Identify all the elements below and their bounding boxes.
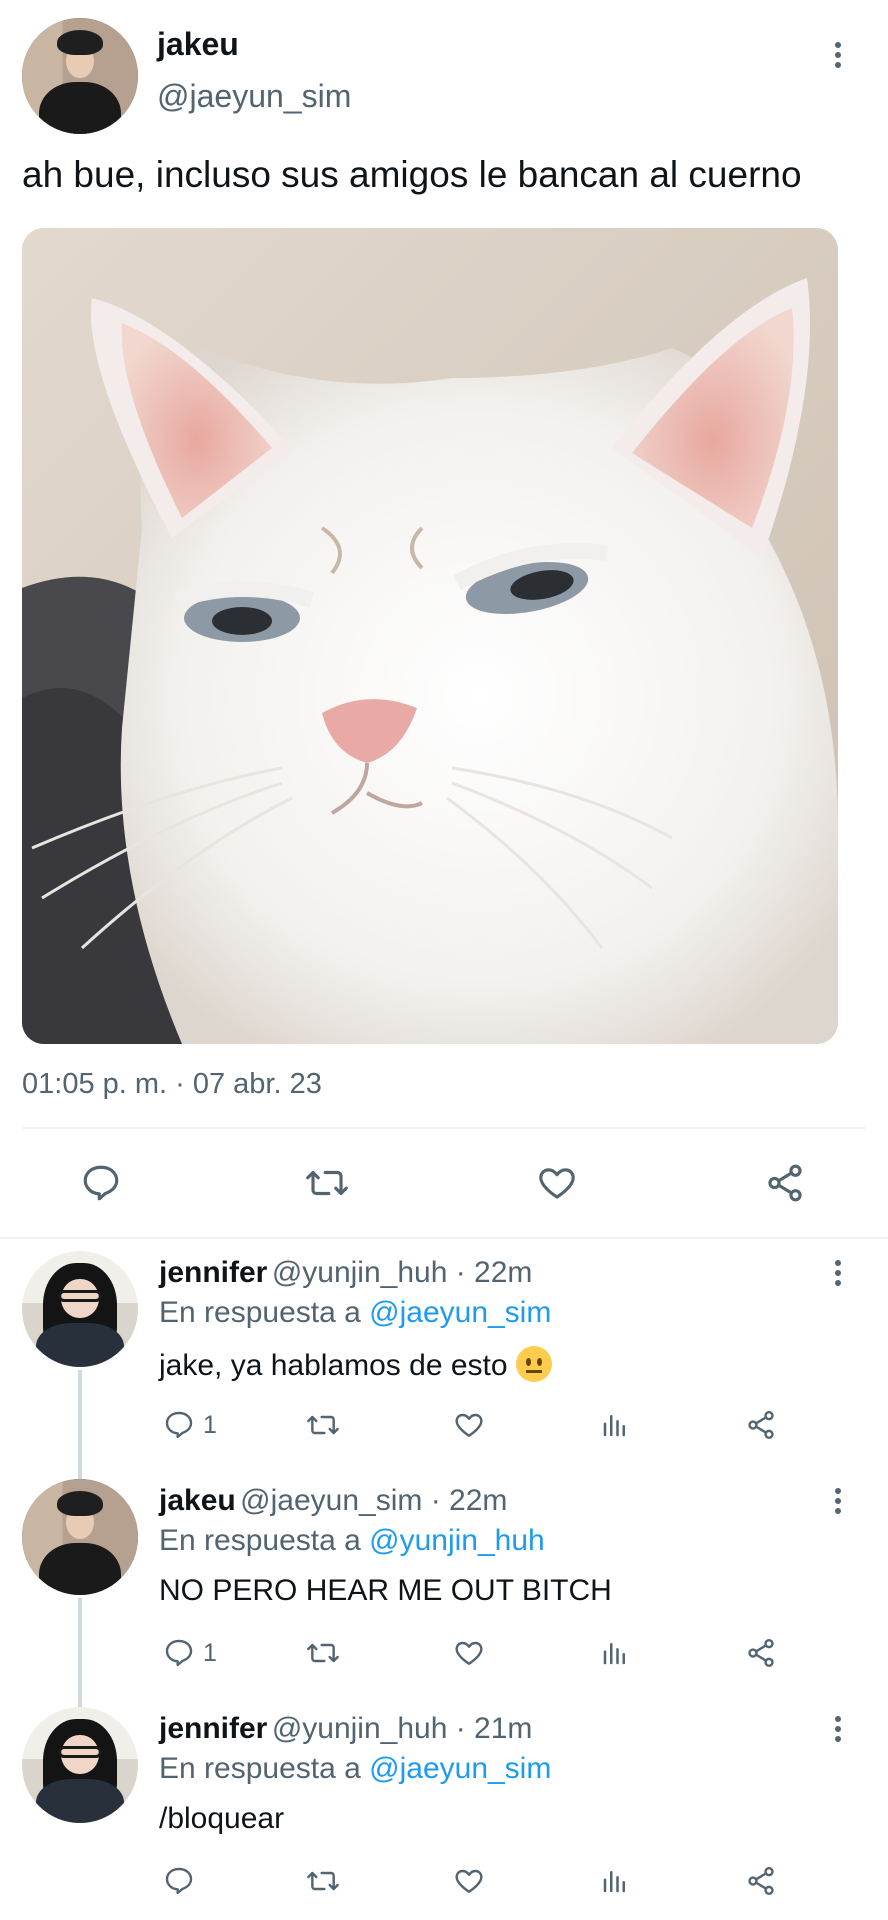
reply-avatar[interactable] xyxy=(22,1707,138,1823)
reply-author-meta[interactable]: @jaeyun_sim · 22m xyxy=(240,1484,507,1517)
white-cat-image xyxy=(22,228,838,1044)
reply-author-name[interactable]: jennifer xyxy=(159,1256,267,1289)
retweet-button[interactable] xyxy=(302,1864,344,1898)
more-options-icon[interactable] xyxy=(833,1260,843,1286)
reply-tweet: jennifer @yunjin_huh · 21m En respuesta … xyxy=(0,1706,888,1916)
analytics-icon xyxy=(603,1871,625,1893)
like-icon xyxy=(539,1168,575,1199)
reply-context: En respuesta a @jaeyun_sim xyxy=(159,1296,551,1330)
author-handle[interactable]: @jaeyun_sim xyxy=(157,78,351,115)
like-button[interactable] xyxy=(450,1408,488,1442)
reply-button[interactable] xyxy=(160,1864,198,1898)
like-icon xyxy=(455,1869,483,1893)
reply-context: En respuesta a @jaeyun_sim xyxy=(159,1752,551,1786)
neutral-face-emoji-icon xyxy=(515,1346,552,1382)
reply-button[interactable] xyxy=(160,1636,198,1670)
reply-prefix: En respuesta a xyxy=(159,1296,361,1329)
reply-icon xyxy=(165,1867,193,1895)
reply-tweet: jennifer @yunjin_huh · 22m En respuesta … xyxy=(0,1250,888,1460)
analytics-button[interactable] xyxy=(598,1864,632,1898)
divider xyxy=(22,1127,866,1129)
reply-button[interactable] xyxy=(76,1160,126,1206)
reply-mention-link[interactable]: @jaeyun_sim xyxy=(369,1752,551,1785)
reply-icon xyxy=(83,1165,119,1201)
more-options-icon[interactable] xyxy=(833,42,843,68)
share-button[interactable] xyxy=(760,1160,810,1206)
retweet-icon xyxy=(307,1643,339,1663)
reply-prefix: En respuesta a xyxy=(159,1752,361,1785)
tweet-text: ah bue, incluso sus amigos le bancan al … xyxy=(22,154,802,195)
author-avatar[interactable] xyxy=(22,18,138,134)
analytics-icon xyxy=(603,1643,625,1665)
reply-mention-link[interactable]: @yunjin_huh xyxy=(369,1524,545,1557)
reply-icon xyxy=(165,1639,193,1667)
tweet-image[interactable] xyxy=(22,228,838,1044)
reply-text: NO PERO HEAR ME OUT BITCH xyxy=(159,1574,612,1607)
retweet-icon xyxy=(307,1415,339,1435)
more-options-icon[interactable] xyxy=(833,1488,843,1514)
retweet-button[interactable] xyxy=(302,1408,344,1442)
reply-button[interactable] xyxy=(160,1408,198,1442)
like-icon xyxy=(455,1413,483,1437)
share-button[interactable] xyxy=(742,1636,780,1670)
reply-prefix: En respuesta a xyxy=(159,1524,361,1557)
retweet-icon xyxy=(307,1871,339,1891)
share-button[interactable] xyxy=(742,1408,780,1442)
section-divider xyxy=(0,1237,888,1239)
reply-context: En respuesta a @yunjin_huh xyxy=(159,1524,545,1558)
analytics-button[interactable] xyxy=(598,1408,632,1442)
author-name[interactable]: jakeu xyxy=(157,26,239,63)
reply-text: jake, ya hablamos de esto xyxy=(159,1346,552,1383)
reply-count: 1 xyxy=(203,1639,217,1667)
reply-author-meta[interactable]: @yunjin_huh · 22m xyxy=(272,1256,533,1289)
share-icon xyxy=(748,1411,774,1439)
reply-mention-link[interactable]: @jaeyun_sim xyxy=(369,1296,551,1329)
retweet-button[interactable] xyxy=(302,1636,344,1670)
like-button[interactable] xyxy=(450,1864,488,1898)
like-button[interactable] xyxy=(450,1636,488,1670)
reply-text: /bloquear xyxy=(159,1802,285,1835)
reply-author-name[interactable]: jakeu xyxy=(159,1484,236,1517)
share-icon xyxy=(748,1867,774,1895)
tweet-timestamp: 01:05 p. m. · 07 abr. 23 xyxy=(22,1068,322,1100)
reply-avatar[interactable] xyxy=(22,1251,138,1367)
reply-text-content: jake, ya hablamos de esto xyxy=(159,1349,508,1382)
reply-tweet: jakeu @jaeyun_sim · 22m En respuesta a @… xyxy=(0,1478,888,1688)
share-button[interactable] xyxy=(742,1864,780,1898)
share-icon xyxy=(768,1164,802,1202)
reply-icon xyxy=(165,1411,193,1439)
reply-avatar[interactable] xyxy=(22,1479,138,1595)
reply-author-meta[interactable]: @yunjin_huh · 21m xyxy=(272,1712,533,1745)
analytics-button[interactable] xyxy=(598,1636,632,1670)
more-options-icon[interactable] xyxy=(833,1716,843,1742)
like-button[interactable] xyxy=(532,1160,582,1206)
reply-author-name[interactable]: jennifer xyxy=(159,1712,267,1745)
analytics-icon xyxy=(603,1415,625,1437)
main-tweet: jakeu @jaeyun_sim ah bue, incluso sus am… xyxy=(0,0,888,1238)
retweet-button[interactable] xyxy=(300,1160,354,1206)
share-icon xyxy=(748,1639,774,1667)
reply-count: 1 xyxy=(203,1411,217,1439)
retweet-icon xyxy=(306,1170,348,1196)
like-icon xyxy=(455,1641,483,1665)
